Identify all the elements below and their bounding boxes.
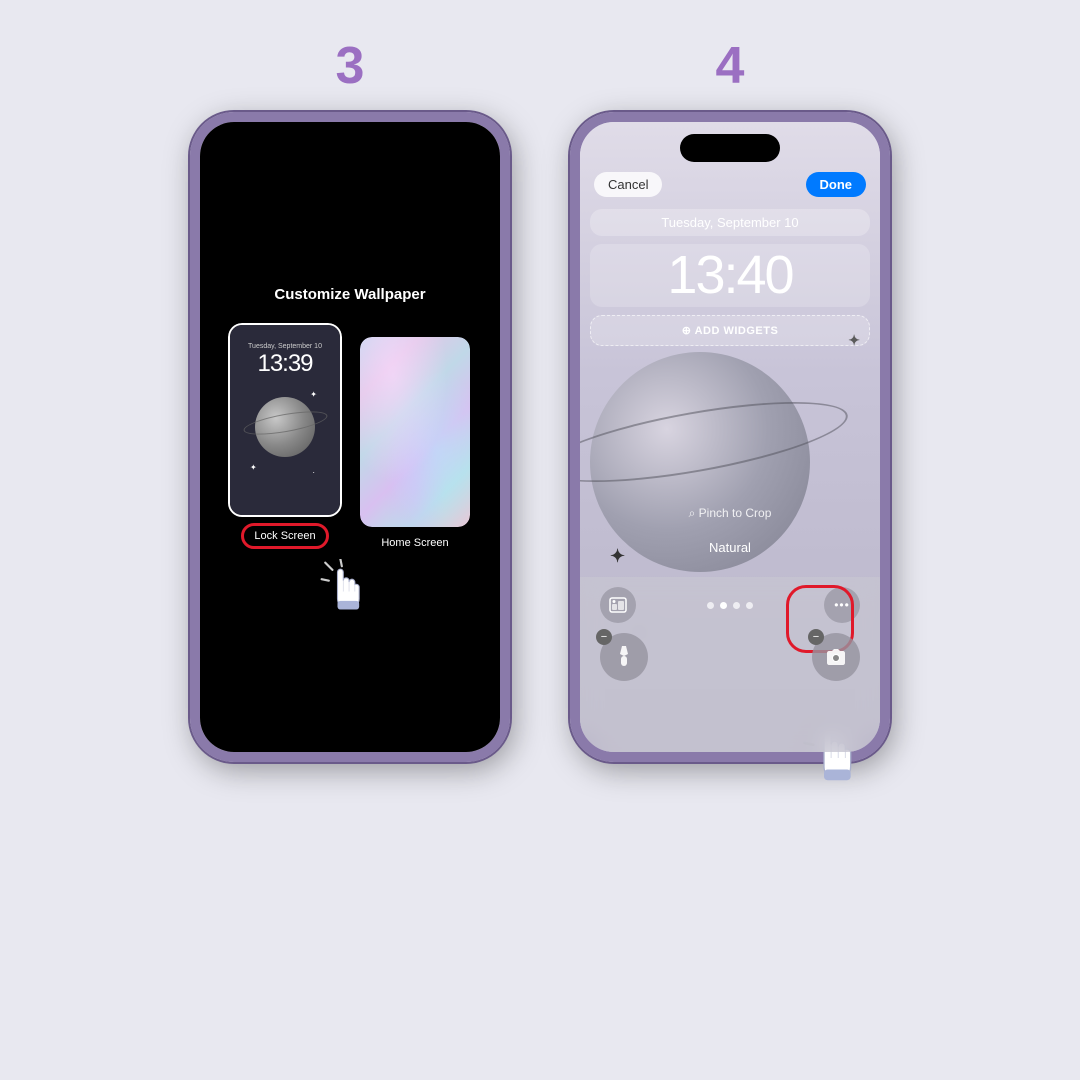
flashlight-minus: − [596,629,612,645]
step-4-number: 4 [716,40,745,92]
hand-cursor-3 [318,559,383,624]
dot-1 [707,602,714,609]
home-screen-card-inner [358,335,472,529]
natural-text: Natural [709,540,751,555]
phone4-date-bar: Tuesday, September 10 [590,209,870,236]
add-widgets-text: ⊕ ADD WIDGETS [599,324,861,337]
natural-label-container: Natural [580,539,880,557]
dot-3 [733,602,740,609]
cancel-button[interactable]: Cancel [594,172,662,197]
camera-minus: − [808,629,824,645]
camera-button-container: − [812,633,860,681]
phone4-date-text: Tuesday, September 10 [600,215,860,230]
flashlight-button[interactable]: − [600,633,648,681]
dynamic-island-4 [680,134,780,162]
dot-2 [720,602,727,609]
home-screen-card[interactable]: Home Screen [358,335,472,549]
pinch-to-crop: ⌕ Pinch to Crop [580,504,880,522]
home-screen-preview [360,337,470,527]
phone4-time-bar: 13:40 [590,244,870,307]
camera-button[interactable]: − [812,633,860,681]
dots-row [707,602,753,609]
phone4-background: ✦ ✦ Cancel Done Tuesday, September 10 13… [580,122,880,752]
iridescent-overlay [360,337,470,527]
dot-4 [746,602,753,609]
hand-area-3 [318,559,383,629]
customize-wallpaper-label: Customize Wallpaper [274,286,425,303]
wallpaper-options: Tuesday, September 10 13:39 ✦ ✦ · [228,323,472,549]
phone-3: Customize Wallpaper Tuesday, September 1… [190,112,510,762]
phone4-time-text: 13:40 [592,246,868,305]
lock-preview-date: Tuesday, September 10 [248,343,322,350]
sparkle1: ✦ [310,390,317,399]
phone4-bottom-toolbar: ••• − [580,577,880,752]
step-4-section: 4 ✦ ✦ Cancel Done Tuesday, Septe [570,40,890,803]
planet-preview-small: ✦ ✦ · [245,382,325,482]
bottom-buttons-row: − − [580,623,880,681]
sparkle3: · [312,468,315,477]
add-widgets-bar[interactable]: ⊕ ADD WIDGETS [590,315,870,346]
lock-screen-label-container: Lock Screen [241,523,328,549]
lock-screen-card-inner: Tuesday, September 10 13:39 ✦ ✦ · [228,323,342,517]
gallery-icon[interactable] [600,587,636,623]
pinch-text: ⌕ Pinch to Crop [689,506,772,520]
phone-4: ✦ ✦ Cancel Done Tuesday, September 10 13… [570,112,890,762]
step-3-section: 3 Customize Wallpaper Tuesday, September… [190,40,510,762]
phone3-background: Customize Wallpaper Tuesday, September 1… [200,122,500,752]
lock-screen-label: Lock Screen [241,523,328,549]
dynamic-island-3 [300,134,400,162]
main-container: 3 Customize Wallpaper Tuesday, September… [0,0,1080,1080]
sparkle2: ✦ [250,463,257,472]
done-button[interactable]: Done [806,172,867,197]
lock-screen-preview: Tuesday, September 10 13:39 ✦ ✦ · [230,325,340,515]
home-screen-label: Home Screen [381,537,448,549]
lock-screen-card[interactable]: Tuesday, September 10 13:39 ✦ ✦ · [228,323,342,549]
lock-preview-time: 13:39 [257,350,312,378]
step-3-number: 3 [336,40,365,92]
